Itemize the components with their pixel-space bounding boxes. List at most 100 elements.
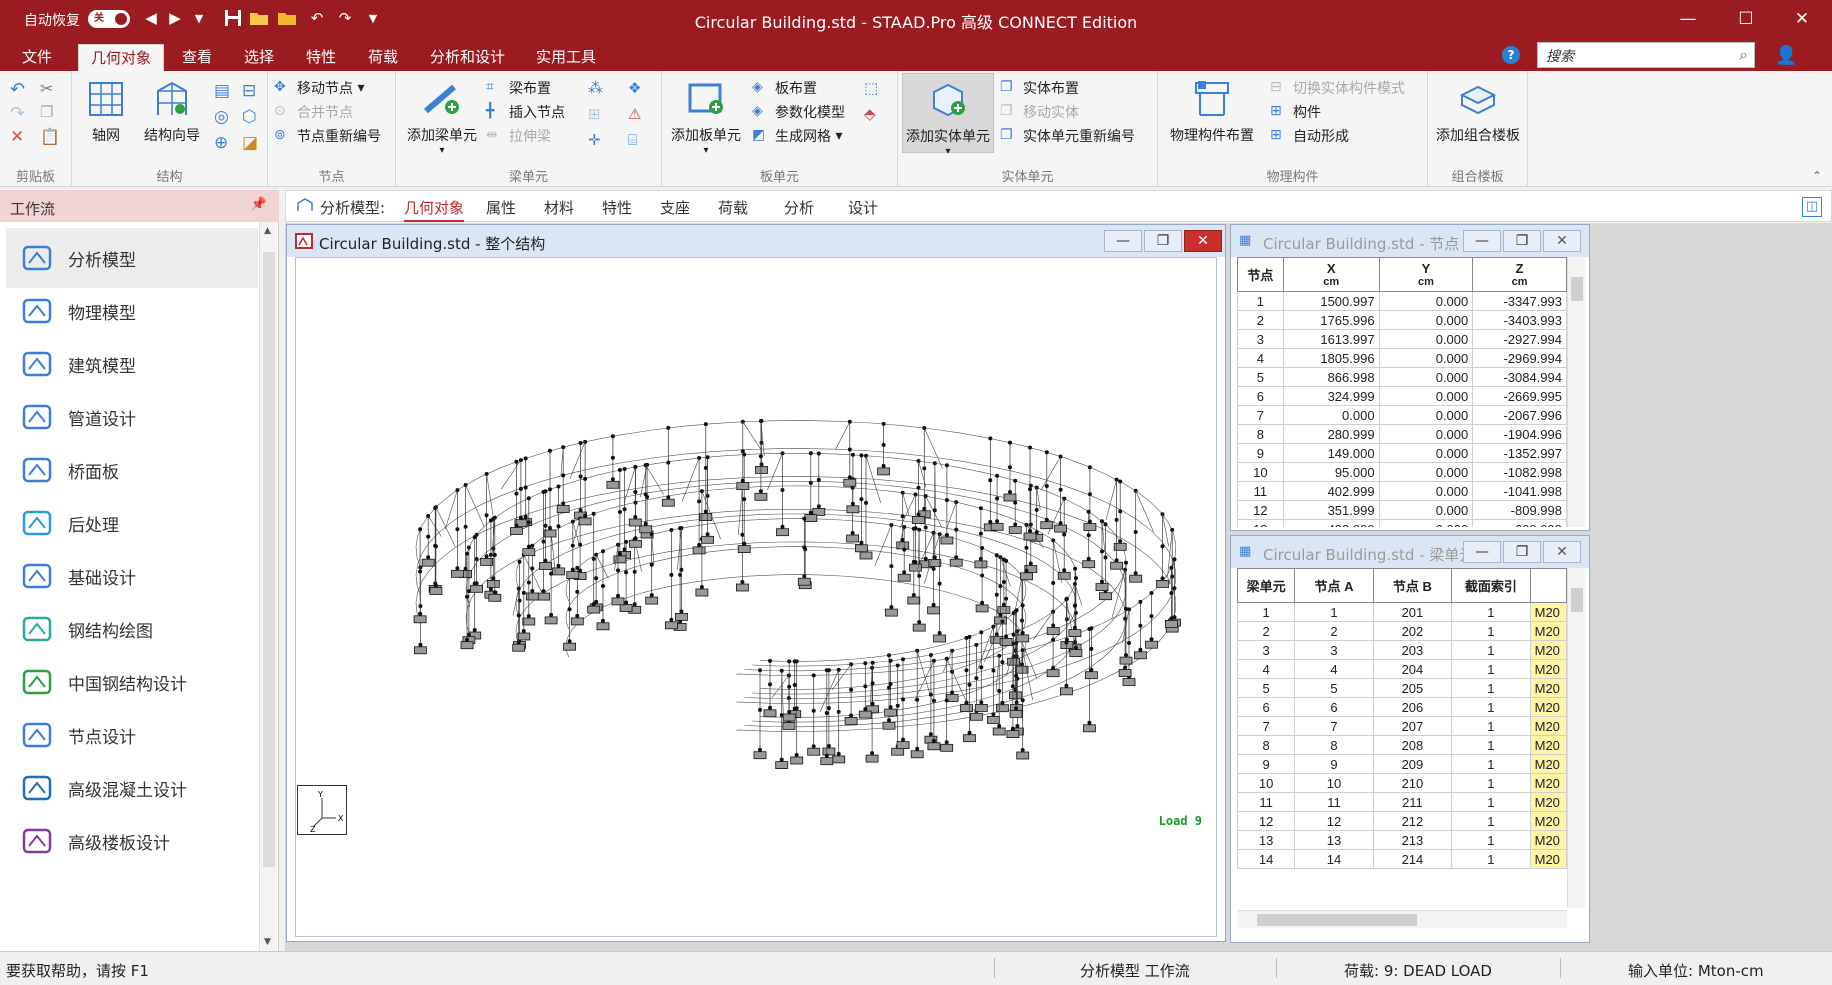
frame-icon[interactable]: ⊟	[242, 81, 262, 101]
page-control-item[interactable]: 材料	[544, 197, 574, 218]
table-cell[interactable]: 208	[1372, 735, 1453, 755]
table-cell[interactable]: M20	[1529, 849, 1568, 869]
table-cell[interactable]: 205	[1372, 678, 1453, 698]
table-cell[interactable]: 213	[1372, 830, 1453, 850]
table-cell[interactable]: 1	[1294, 602, 1374, 622]
table-row[interactable]: 5 866.998 0.000 -3084.994	[1237, 367, 1567, 387]
table-cell[interactable]: 1	[1451, 621, 1531, 641]
beams-hscrollbar-thumb[interactable]	[1257, 914, 1417, 926]
table-cell[interactable]: M20	[1529, 621, 1568, 641]
nodes-column-header[interactable]: 节点	[1237, 257, 1284, 292]
table-cell[interactable]: 866.998	[1282, 367, 1380, 387]
table-cell[interactable]: 493.999	[1282, 519, 1380, 527]
generate-mesh-button[interactable]: ◩ 生成网格 ▾	[752, 125, 842, 147]
table-cell[interactable]: -609.999	[1472, 519, 1567, 527]
table-cell[interactable]: 1500.997	[1282, 291, 1380, 311]
table-cell[interactable]: 209	[1372, 754, 1453, 774]
table-cell[interactable]: 1	[1451, 640, 1531, 660]
table-cell[interactable]: 211	[1372, 792, 1453, 812]
nodes-scrollbar[interactable]	[1567, 257, 1585, 527]
table-cell[interactable]: 1	[1451, 773, 1531, 793]
table-cell[interactable]: -3347.993	[1472, 291, 1567, 311]
tab-file[interactable]: 文件	[10, 44, 64, 71]
table-cell[interactable]: 13	[1237, 519, 1284, 527]
table-cell[interactable]: M20	[1529, 735, 1568, 755]
layout-toggle-icon[interactable]: ◫	[1802, 197, 1822, 217]
copy-icon[interactable]: ❐	[40, 103, 60, 123]
table-cell[interactable]: 0.000	[1378, 405, 1474, 425]
table-cell[interactable]: M20	[1529, 659, 1568, 679]
table-row[interactable]: 8 280.999 0.000 -1904.996	[1237, 424, 1567, 444]
table-cell[interactable]: -1041.998	[1472, 481, 1567, 501]
table-cell[interactable]: 2	[1237, 310, 1284, 330]
cut-icon[interactable]: ✂	[40, 79, 60, 99]
globe-icon[interactable]: ⊕	[214, 133, 234, 153]
table-cell[interactable]: 1	[1237, 602, 1296, 622]
table-row[interactable]: 10 95.000 0.000 -1082.998	[1237, 462, 1567, 482]
workflow-item[interactable]: 节点设计	[6, 705, 258, 765]
table-cell[interactable]: 1765.996	[1282, 310, 1380, 330]
nodes-maximize-button[interactable]: ❐	[1503, 230, 1541, 252]
member-button[interactable]: ⊞ 构件	[1270, 101, 1321, 123]
auto-form-button[interactable]: ⊞ 自动形成	[1270, 125, 1349, 147]
table-row[interactable]: 9 9 209 1 M20	[1237, 754, 1568, 774]
table-cell[interactable]: 0.000	[1378, 443, 1474, 463]
table-cell[interactable]: -1082.998	[1472, 462, 1567, 482]
table-row[interactable]: 6 324.999 0.000 -2669.995	[1237, 386, 1567, 406]
table-cell[interactable]: 12	[1294, 811, 1374, 831]
page-control-item[interactable]: 特性	[602, 197, 632, 218]
page-control-item[interactable]: 支座	[660, 197, 690, 218]
beams-column-header[interactable]: 节点 A	[1294, 568, 1374, 603]
nodes-close-button[interactable]: ✕	[1543, 230, 1581, 252]
minimize-button[interactable]: —	[1672, 6, 1704, 32]
table-row[interactable]: 1 1 201 1 M20	[1237, 602, 1568, 622]
cube-icon[interactable]: ❖	[628, 79, 648, 99]
table-cell[interactable]: 12	[1237, 500, 1284, 520]
table-cell[interactable]: 0.000	[1378, 329, 1474, 349]
table-cell[interactable]: 7	[1237, 716, 1296, 736]
workflow-item[interactable]: 中国钢结构设计	[6, 652, 258, 712]
table-cell[interactable]: 214	[1372, 849, 1453, 869]
tab-utilities[interactable]: 实用工具	[524, 44, 608, 71]
table-cell[interactable]: 11	[1294, 792, 1374, 812]
warning-icon[interactable]: ⚠	[628, 105, 648, 125]
page-control-item[interactable]: 属性	[486, 197, 516, 218]
table-cell[interactable]: 201	[1372, 602, 1453, 622]
table-cell[interactable]: 13	[1294, 830, 1374, 850]
table-cell[interactable]: 206	[1372, 697, 1453, 717]
table-cell[interactable]: M20	[1529, 602, 1568, 622]
table-cell[interactable]: M20	[1529, 792, 1568, 812]
nodes-column-header[interactable]: Zcm	[1472, 257, 1567, 292]
table-cell[interactable]: 3	[1237, 640, 1296, 660]
table-cell[interactable]: 4	[1237, 659, 1296, 679]
beams-column-header[interactable]: 梁单元	[1237, 568, 1296, 603]
parametric-model-button[interactable]: ◈ 参数化模型	[752, 101, 845, 123]
table-row[interactable]: 12 351.999 0.000 -809.998	[1237, 500, 1567, 520]
beams-hscrollbar[interactable]	[1237, 910, 1567, 928]
split-icon[interactable]: ⊞	[588, 105, 608, 125]
table-cell[interactable]: 4	[1294, 659, 1374, 679]
add-beam-button[interactable]: 添加梁单元 ▾	[402, 77, 482, 156]
table-cell[interactable]: M20	[1529, 640, 1568, 660]
beam-layout-button[interactable]: ⌗ 梁布置	[486, 77, 551, 99]
table-cell[interactable]: 1	[1451, 811, 1531, 831]
table-cell[interactable]: 12	[1237, 811, 1296, 831]
move-node-button[interactable]: ✥ 移动节点 ▾	[274, 77, 364, 99]
table-cell[interactable]: 14	[1294, 849, 1374, 869]
tab-view[interactable]: 查看	[170, 44, 224, 71]
table-cell[interactable]: 0.000	[1378, 519, 1474, 527]
workflow-scrollbar[interactable]: ▲ ▼	[259, 222, 277, 951]
table-cell[interactable]: 1	[1451, 678, 1531, 698]
beams-close-button[interactable]: ✕	[1543, 541, 1581, 563]
tab-loading[interactable]: 荷载	[356, 44, 410, 71]
table-cell[interactable]: -2669.995	[1472, 386, 1567, 406]
circle-grid-icon[interactable]: ◎	[214, 107, 234, 127]
table-row[interactable]: 9 149.000 0.000 -1352.997	[1237, 443, 1567, 463]
table-cell[interactable]: 1	[1451, 697, 1531, 717]
pin-icon[interactable]: 📌	[251, 197, 267, 212]
table-cell[interactable]: 1	[1451, 716, 1531, 736]
paste-icon[interactable]: 📋	[40, 127, 60, 147]
table-cell[interactable]: 10	[1294, 773, 1374, 793]
table-cell[interactable]: M20	[1529, 754, 1568, 774]
table-cell[interactable]: M20	[1529, 830, 1568, 850]
